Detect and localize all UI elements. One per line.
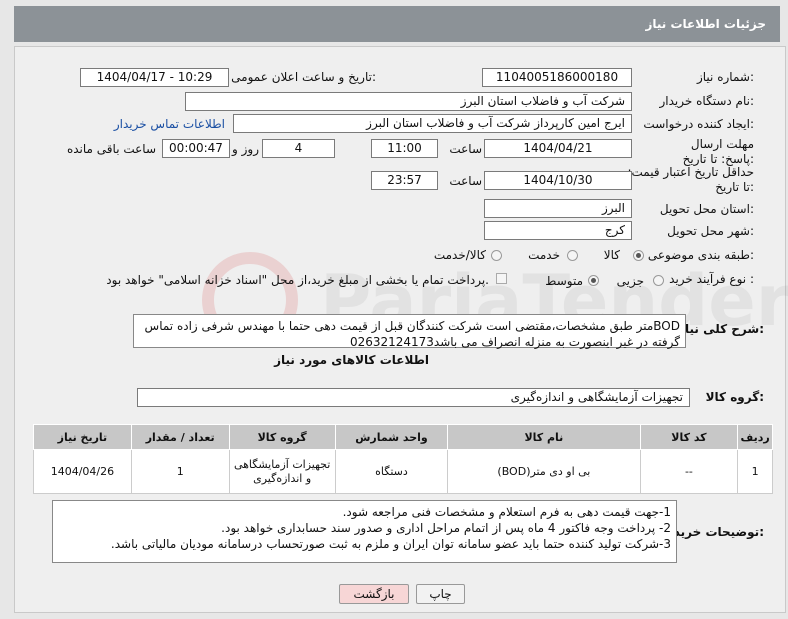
validity-date-field: 1404/10/30 (484, 171, 632, 190)
payment-note: پرداخت تمام یا بخشی از مبلغ خرید،از محل … (106, 273, 489, 287)
col-date: تاریخ نیاز (33, 424, 132, 450)
purchase-radio-minor[interactable] (653, 275, 664, 286)
category-option-goods: کالا (603, 248, 620, 262)
description-textarea[interactable]: BODمتر طبق مشخصات،مقتضی است شرکت کنندگان… (133, 314, 686, 349)
buyer-note-line: 2- پرداخت وجه فاکتور 4 ماه پس از اتمام م… (221, 521, 671, 535)
back-button[interactable]: بازگشت (339, 584, 409, 604)
deadline-time-field: 11:00 (371, 139, 438, 158)
requester-field: ایرج امین کارپرداز شرکت آب و فاضلاب استا… (233, 114, 632, 133)
days-label: روز و (232, 142, 259, 156)
buyer-notes-textarea: 1-جهت قیمت دهی به فرم استعلام و مشخصات ف… (52, 500, 677, 563)
col-row: ردیف (737, 424, 773, 450)
page-header: جزئیات اطلاعات نیاز (14, 6, 780, 42)
deadline-label: مهلت ارسال پاسخ: تا تاریخ: (682, 137, 754, 166)
cell-name: بی او دی متر(BOD) (447, 449, 641, 494)
cell-unit: دستگاه (334, 449, 449, 494)
remaining-time-field: 00:00:47 (162, 139, 230, 158)
goods-table: ردیف کد کالا نام کالا واحد شمارش گروه کا… (33, 424, 773, 494)
province-label: استان محل تحویل: (659, 202, 754, 216)
buyer-org-label: نام دستگاه خریدار: (659, 94, 755, 108)
city-label: شهر محل تحویل: (667, 224, 754, 238)
cell-qty: 1 (130, 449, 230, 494)
table-row: 1 -- بی او دی متر(BOD) دستگاه تجهیزات آز… (33, 449, 773, 494)
col-group: گروه کالا (228, 424, 336, 450)
category-option-both: کالا/خدمت (433, 248, 486, 262)
validity-time-label: ساعت (449, 174, 482, 188)
purchase-type-label: نوع فرآیند خرید : (669, 272, 754, 286)
goods-group-label: گروه کالا: (705, 390, 764, 404)
remaining-label: ساعت باقی مانده (66, 142, 156, 156)
treasury-checkbox[interactable] (496, 273, 507, 284)
validity-time-field: 23:57 (371, 171, 438, 190)
days-field: 4 (262, 139, 335, 158)
deadline-date-field: 1404/04/21 (484, 139, 632, 158)
requester-label: ایجاد کننده درخواست: (643, 117, 754, 131)
col-unit: واحد شمارش (334, 424, 449, 450)
buyer-note-line: 3-شرکت تولید کننده حتما باید عضو سامانه … (110, 537, 671, 551)
goods-section-title: اطلاعات کالاهای مورد نیاز (274, 353, 429, 367)
purchase-option-minor: جزیی (616, 274, 644, 288)
buyer-contact-link[interactable]: اطلاعات تماس خریدار (114, 117, 225, 131)
validity-label: حداقل تاریخ اعتبار قیمت: تا تاریخ: (627, 165, 754, 194)
cell-group: تجهیزات آزمایشگاهی و اندازه‌گیری (228, 449, 336, 494)
buyer-note-line: 1-جهت قیمت دهی به فرم استعلام و مشخصات ف… (342, 505, 671, 519)
need-number-label: شماره نیاز: (696, 70, 754, 84)
cell-code: -- (639, 449, 739, 494)
announce-label: تاریخ و ساعت اعلان عمومی: (231, 70, 376, 84)
cell-row: 1 (737, 449, 773, 494)
category-radio-service[interactable] (567, 250, 578, 261)
buyer-notes-label: توضیحات خریدار: (662, 525, 764, 539)
province-field: البرز (484, 199, 632, 218)
cell-date: 1404/04/26 (33, 449, 132, 494)
category-radio-both[interactable] (491, 250, 502, 261)
announce-field: 1404/04/17 - 10:29 (80, 68, 229, 87)
goods-group-field: تجهیزات آزمایشگاهی و اندازه‌گیری (137, 388, 690, 407)
page-title: جزئیات اطلاعات نیاز (645, 17, 766, 31)
col-qty: تعداد / مقدار (130, 424, 230, 450)
deadline-time-label: ساعت (449, 142, 482, 156)
description-label: شرح کلی نیاز: (678, 322, 764, 336)
need-number-field: 1104005186000180 (482, 68, 632, 87)
print-button[interactable]: چاپ (416, 584, 465, 604)
city-field: کرج (484, 221, 632, 240)
buyer-org-field: شرکت آب و فاضلاب استان البرز (185, 92, 632, 111)
purchase-option-medium: متوسط (545, 274, 583, 288)
category-option-service: خدمت (528, 248, 560, 262)
col-name: نام کالا (447, 424, 641, 450)
purchase-radio-medium[interactable] (588, 275, 599, 286)
category-label: طبقه بندی موضوعی: (647, 248, 754, 262)
goods-table-header: ردیف کد کالا نام کالا واحد شمارش گروه کا… (33, 424, 773, 450)
category-radio-goods[interactable] (633, 250, 644, 261)
col-code: کد کالا (639, 424, 739, 450)
